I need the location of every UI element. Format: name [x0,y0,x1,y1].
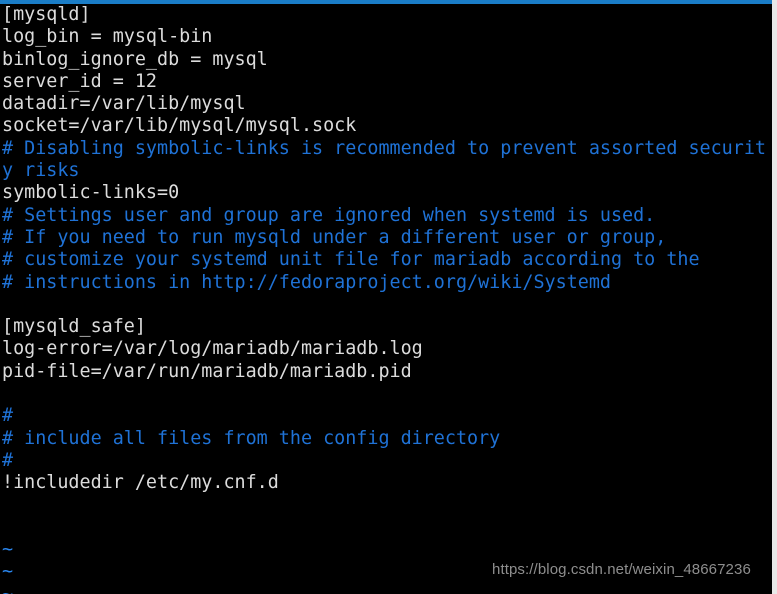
editor-code-line: server_id = 12 [2,70,158,92]
editor-comment-line: # Disabling symbolic-links is recommende… [2,137,766,159]
editor-code-line: symbolic-links=0 [2,182,180,204]
editor-empty-line-marker: ~ [2,584,772,594]
editor-comment-line: # If you need to run mysqld under a diff… [2,226,667,248]
editor-code-line: log-error=/var/log/mariadb/mariadb.log [2,338,423,360]
editor-comment-line: # include all files from the config dire… [2,427,501,449]
editor-code-line: datadir=/var/lib/mysql [2,93,246,115]
editor-comment-line: # instructions in http://fedoraproject.o… [2,271,611,293]
editor-comment-line: # [2,405,14,427]
editor-comment-line: y risks [2,160,80,182]
editor-blank-line [2,517,772,539]
editor-blank-line [2,495,772,517]
watermark-text: https://blog.csdn.net/weixin_48667236 [492,561,751,578]
editor-code-line: [mysqld_safe] [2,316,146,338]
editor-code-line: !includedir /etc/my.cnf.d [2,472,279,494]
editor-code-line: pid-file=/var/run/mariadb/mariadb.pid [2,360,412,382]
editor-code-line: [mysqld] [2,4,91,25]
editor-comment-line: # [2,449,14,471]
terminal-window[interactable]: [mysqld] log_bin = mysql-bin binlog_ignore… [0,0,777,594]
editor-code-line: log_bin = mysql-bin [2,26,213,48]
editor-code-line: socket=/var/lib/mysql/mysql.sock [2,115,357,137]
editor-code-line: binlog_ignore_db = mysql [2,48,268,70]
editor-blank-line [2,383,772,405]
editor-text-buffer[interactable]: [mysqld] log_bin = mysql-bin binlog_ignore… [2,4,772,594]
editor-comment-line: # customize your systemd unit file for m… [2,249,700,271]
editor-blank-line [2,294,772,316]
editor-comment-line: # Settings user and group are ignored wh… [2,204,656,226]
editor-empty-line-marker: ~ [2,539,14,561]
right-edge-scrollbar-strip[interactable] [772,0,777,594]
